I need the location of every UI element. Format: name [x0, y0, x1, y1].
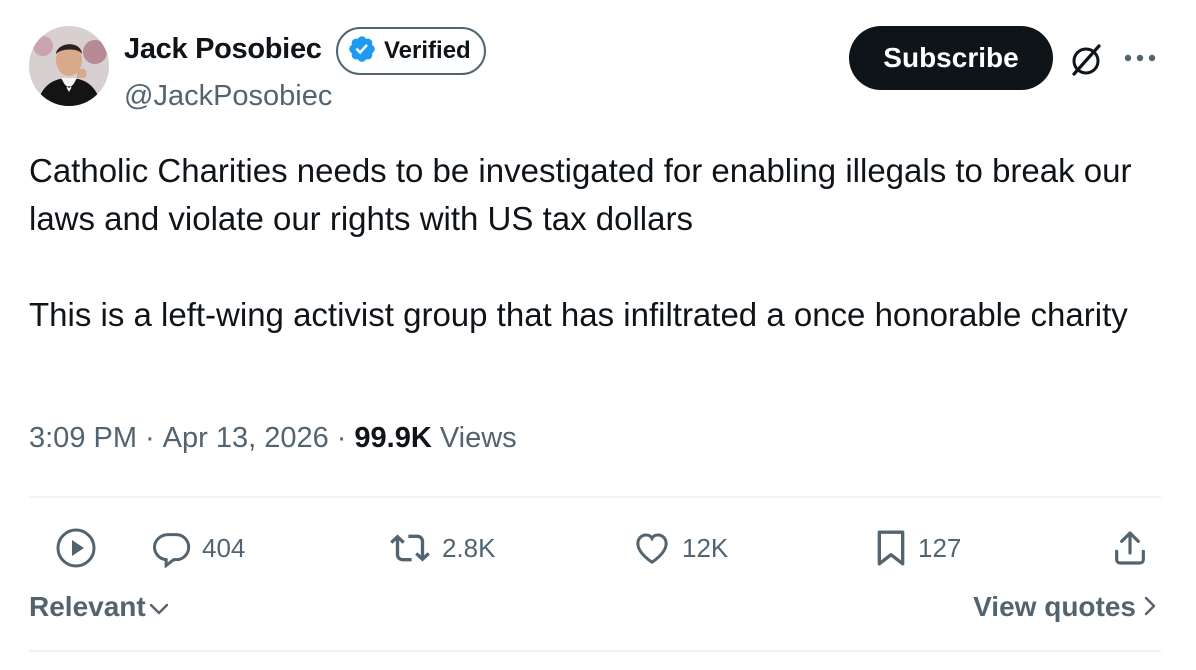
share-icon — [1110, 528, 1150, 568]
verified-check-icon — [347, 34, 377, 69]
repost-count: 2.8K — [442, 532, 496, 563]
play-icon — [54, 526, 98, 570]
verified-badge[interactable]: Verified — [336, 27, 486, 75]
view-quotes-link[interactable]: View quotes — [973, 591, 1156, 623]
repost-button[interactable]: 2.8K — [388, 526, 496, 570]
repost-icon — [388, 528, 432, 568]
chevron-right-icon — [1144, 591, 1156, 623]
reply-count: 404 — [202, 532, 246, 563]
bookmark-button[interactable]: 127 — [874, 526, 961, 570]
view-quotes-label: View quotes — [973, 591, 1136, 622]
divider — [29, 496, 1161, 498]
bookmark-icon — [874, 528, 908, 568]
author-handle[interactable]: @JackPosobiec — [124, 80, 332, 113]
avatar[interactable] — [29, 26, 109, 106]
author-name[interactable]: Jack Posobiec — [124, 33, 322, 66]
chevron-down-icon — [149, 591, 169, 623]
tweet-time[interactable]: 3:09 PM — [29, 422, 137, 455]
sort-dropdown[interactable]: Relevant — [29, 591, 169, 623]
tweet-date[interactable]: Apr 13, 2026 — [163, 422, 329, 455]
sort-label: Relevant — [29, 591, 146, 622]
meta-separator: · — [145, 422, 155, 454]
grok-icon[interactable] — [1066, 40, 1106, 80]
views-count: 99.9K — [354, 422, 432, 454]
meta-separator: · — [336, 422, 347, 454]
tweet-text: Catholic Charities needs to be investiga… — [29, 147, 1164, 339]
tweet-paragraph: Catholic Charities needs to be investiga… — [29, 152, 1132, 237]
like-button[interactable]: 12K — [632, 526, 728, 570]
reply-button[interactable]: 404 — [152, 526, 245, 570]
tweet-meta: 3:09 PM · Apr 13, 2026 · 99.9K Views — [29, 422, 517, 455]
subscribe-button[interactable]: Subscribe — [849, 26, 1053, 90]
avatar-image — [29, 26, 109, 106]
more-icon[interactable] — [1118, 40, 1162, 76]
like-count: 12K — [682, 532, 729, 563]
reply-icon — [152, 528, 192, 568]
play-button[interactable] — [54, 526, 98, 570]
heart-icon — [632, 528, 672, 568]
bookmark-count: 127 — [918, 532, 962, 563]
verified-label: Verified — [384, 37, 471, 64]
divider — [29, 650, 1161, 652]
views-label: Views — [439, 422, 517, 454]
share-button[interactable] — [1110, 526, 1150, 570]
tweet-paragraph: This is a left-wing activist group that … — [29, 296, 1128, 333]
